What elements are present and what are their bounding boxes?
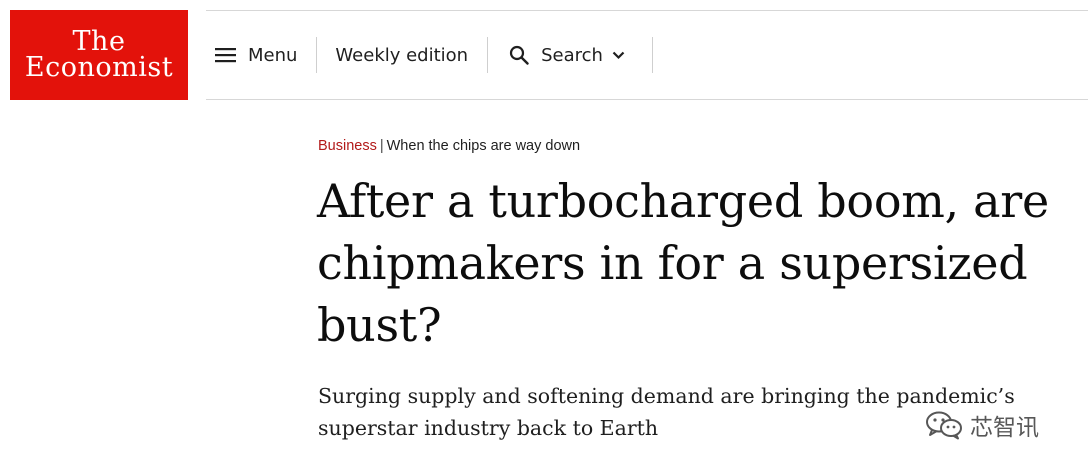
economist-logo[interactable]: The Economist: [10, 10, 188, 100]
top-navigation: Menu Weekly edition Search: [206, 11, 653, 99]
nav-divider: [651, 37, 653, 73]
article-kicker: Business | When the chips are way down: [318, 138, 580, 154]
article-rubric: When the chips are way down: [386, 138, 581, 154]
menu-label: Menu: [248, 44, 298, 66]
header-bottom-rule: [206, 99, 1088, 100]
search-button[interactable]: Search: [488, 37, 652, 73]
logo-line-the: The: [72, 25, 126, 57]
menu-button[interactable]: Menu: [206, 37, 316, 73]
weekly-edition-label: Weekly edition: [335, 44, 469, 66]
search-label: Search: [541, 44, 603, 66]
wechat-icon: [926, 411, 962, 440]
search-icon: [509, 45, 529, 65]
article-headline: After a turbocharged boom, are chipmaker…: [317, 174, 1049, 352]
chevron-down-icon: [612, 51, 625, 59]
section-link[interactable]: Business: [318, 138, 377, 154]
hamburger-icon: [215, 48, 236, 63]
logo-line-economist: Economist: [24, 51, 174, 83]
kicker-separator: |: [379, 138, 384, 154]
weekly-edition-link[interactable]: Weekly edition: [317, 37, 487, 73]
watermark-text: 芯智讯: [970, 415, 1039, 441]
wechat-watermark: 芯智讯: [924, 408, 1039, 442]
